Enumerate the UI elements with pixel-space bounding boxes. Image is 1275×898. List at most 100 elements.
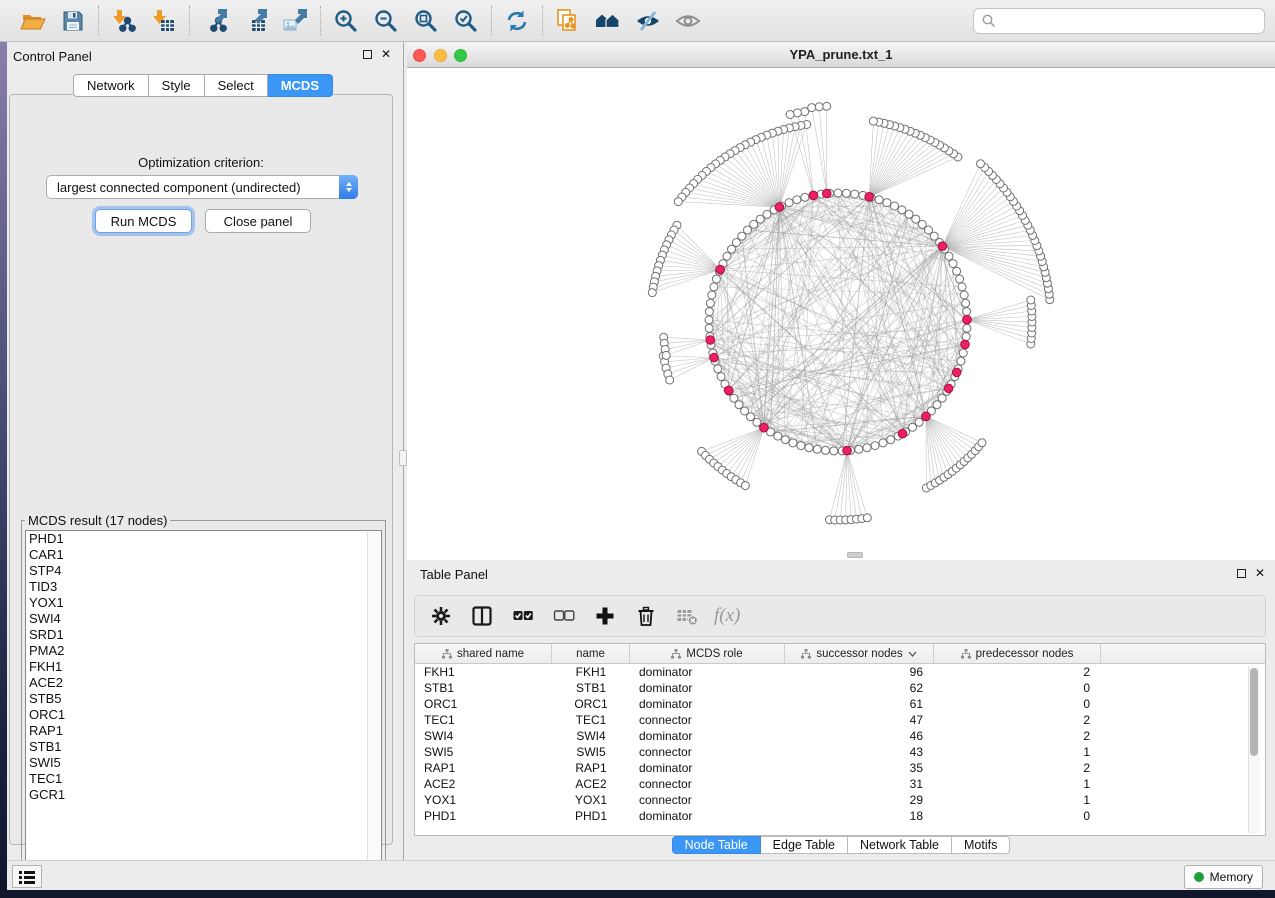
deselect-all-button[interactable] xyxy=(550,602,578,630)
table-mode-button[interactable] xyxy=(427,602,455,630)
refresh-button[interactable] xyxy=(502,6,532,36)
table-cell: connector xyxy=(630,792,785,808)
table-cell: ORC1 xyxy=(415,696,552,712)
mcds-list-scrollbar[interactable] xyxy=(367,532,380,879)
export-table-button[interactable] xyxy=(240,6,270,36)
function-builder-button[interactable]: f(x) xyxy=(714,602,740,630)
zoom-selected-button[interactable] xyxy=(451,6,481,36)
task-history-button[interactable] xyxy=(12,865,42,888)
table-cell: 35 xyxy=(785,760,934,776)
mcds-result-item[interactable]: SWI4 xyxy=(26,611,381,627)
mcds-result-item[interactable]: PHD1 xyxy=(26,531,381,547)
mcds-result-item[interactable]: ACE2 xyxy=(26,675,381,691)
first-neighbors-button[interactable] xyxy=(593,6,623,36)
column-type-icon xyxy=(801,649,811,659)
column-header-successor-nodes[interactable]: successor nodes xyxy=(785,644,934,663)
mcds-result-item[interactable]: YOX1 xyxy=(26,595,381,611)
zoom-fit-button[interactable] xyxy=(411,6,441,36)
mcds-result-item[interactable]: ORC1 xyxy=(26,707,381,723)
table-row[interactable]: PHD1PHD1dominator180 xyxy=(415,808,1265,824)
add-column-icon xyxy=(594,605,616,627)
table-mode-icon xyxy=(430,605,452,627)
clone-network-button[interactable] xyxy=(553,6,583,36)
table-cell: 2 xyxy=(934,728,1101,744)
import-network-button[interactable] xyxy=(109,6,139,36)
import-table-button[interactable] xyxy=(149,6,179,36)
column-header-name[interactable]: name xyxy=(552,644,630,663)
control-panel-close-button[interactable]: ✕ xyxy=(381,50,391,59)
tab-node-table[interactable]: Node Table xyxy=(672,836,761,854)
export-network-button[interactable] xyxy=(200,6,230,36)
table-row[interactable]: TEC1TEC1connector472 xyxy=(415,712,1265,728)
run-mcds-button[interactable]: Run MCDS xyxy=(95,209,192,233)
column-label: successor nodes xyxy=(816,648,902,660)
mcds-result-item[interactable]: STB5 xyxy=(26,691,381,707)
table-cell: 46 xyxy=(785,728,934,744)
hide-selected-button[interactable] xyxy=(633,6,663,36)
tab-edge-table[interactable]: Edge Table xyxy=(761,836,848,854)
table-scrollbar-thumb[interactable] xyxy=(1250,668,1258,756)
search-input[interactable] xyxy=(1002,14,1256,29)
mcds-result-item[interactable]: SRD1 xyxy=(26,627,381,643)
table-row[interactable]: STB1STB1dominator620 xyxy=(415,680,1265,696)
mcds-result-item[interactable]: RAP1 xyxy=(26,723,381,739)
table-cell: dominator xyxy=(630,696,785,712)
tab-network[interactable]: Network xyxy=(73,74,149,97)
table-scrollbar[interactable] xyxy=(1248,666,1260,833)
export-image-button[interactable] xyxy=(280,6,310,36)
table-cell: YOX1 xyxy=(415,792,552,808)
table-row[interactable]: SWI4SWI4dominator462 xyxy=(415,728,1265,744)
mcds-result-item[interactable]: TEC1 xyxy=(26,771,381,787)
splitter-grip[interactable] xyxy=(399,450,407,466)
table-cell: 2 xyxy=(934,760,1101,776)
dropdown-stepper-icon xyxy=(339,175,358,199)
zoom-in-button[interactable] xyxy=(331,6,361,36)
show-all-button[interactable] xyxy=(673,6,703,36)
column-header-MCDS-role[interactable]: MCDS role xyxy=(630,644,785,663)
table-body: FKH1FKH1dominator962STB1STB1dominator620… xyxy=(415,664,1265,824)
table-cell: FKH1 xyxy=(552,664,630,680)
tab-network-table[interactable]: Network Table xyxy=(848,836,952,854)
save-session-button[interactable] xyxy=(58,6,88,36)
tab-style[interactable]: Style xyxy=(149,74,205,97)
table-row[interactable]: YOX1YOX1connector291 xyxy=(415,792,1265,808)
delete-column-button[interactable] xyxy=(632,602,660,630)
mcds-result-item[interactable]: CAR1 xyxy=(26,547,381,563)
show-columns-button[interactable] xyxy=(468,602,496,630)
table-panel-float-button[interactable] xyxy=(1237,569,1246,578)
table-row[interactable]: RAP1RAP1dominator352 xyxy=(415,760,1265,776)
tab-mcds[interactable]: MCDS xyxy=(268,74,333,97)
table-header-row: shared namenameMCDS role successor nodes p… xyxy=(415,644,1265,664)
table-row[interactable]: ORC1ORC1dominator610 xyxy=(415,696,1265,712)
mcds-result-item[interactable]: STB1 xyxy=(26,739,381,755)
table-panel-close-button[interactable]: ✕ xyxy=(1255,569,1265,578)
open-file-button[interactable] xyxy=(18,6,48,36)
zoom-out-button[interactable] xyxy=(371,6,401,36)
memory-button[interactable]: Memory xyxy=(1184,865,1263,889)
table-cell: 61 xyxy=(785,696,934,712)
open-file-icon xyxy=(20,8,46,34)
mcds-result-item[interactable]: TID3 xyxy=(26,579,381,595)
criterion-dropdown[interactable]: largest connected component (undirected) xyxy=(46,175,358,199)
tab-motifs[interactable]: Motifs xyxy=(952,836,1010,854)
panel-splitter[interactable] xyxy=(399,42,407,860)
horizontal-splitter-grip[interactable] xyxy=(847,552,863,558)
network-canvas[interactable] xyxy=(407,68,1275,560)
table-row[interactable]: ACE2ACE2connector311 xyxy=(415,776,1265,792)
add-column-button[interactable] xyxy=(591,602,619,630)
mcds-result-item[interactable]: GCR1 xyxy=(26,787,381,803)
select-all-button[interactable] xyxy=(509,602,537,630)
tab-select[interactable]: Select xyxy=(205,74,268,97)
column-header-predecessor-nodes[interactable]: predecessor nodes xyxy=(934,644,1101,663)
delete-table-button[interactable] xyxy=(673,602,701,630)
toolbar-group xyxy=(492,6,542,36)
table-row[interactable]: SWI5SWI5connector431 xyxy=(415,744,1265,760)
mcds-result-item[interactable]: FKH1 xyxy=(26,659,381,675)
table-row[interactable]: FKH1FKH1dominator962 xyxy=(415,664,1265,680)
mcds-result-item[interactable]: STP4 xyxy=(26,563,381,579)
mcds-result-item[interactable]: PMA2 xyxy=(26,643,381,659)
column-header-shared-name[interactable]: shared name xyxy=(415,644,552,663)
close-panel-button[interactable]: Close panel xyxy=(205,209,311,233)
mcds-result-item[interactable]: SWI5 xyxy=(26,755,381,771)
control-panel-float-button[interactable] xyxy=(363,50,372,59)
